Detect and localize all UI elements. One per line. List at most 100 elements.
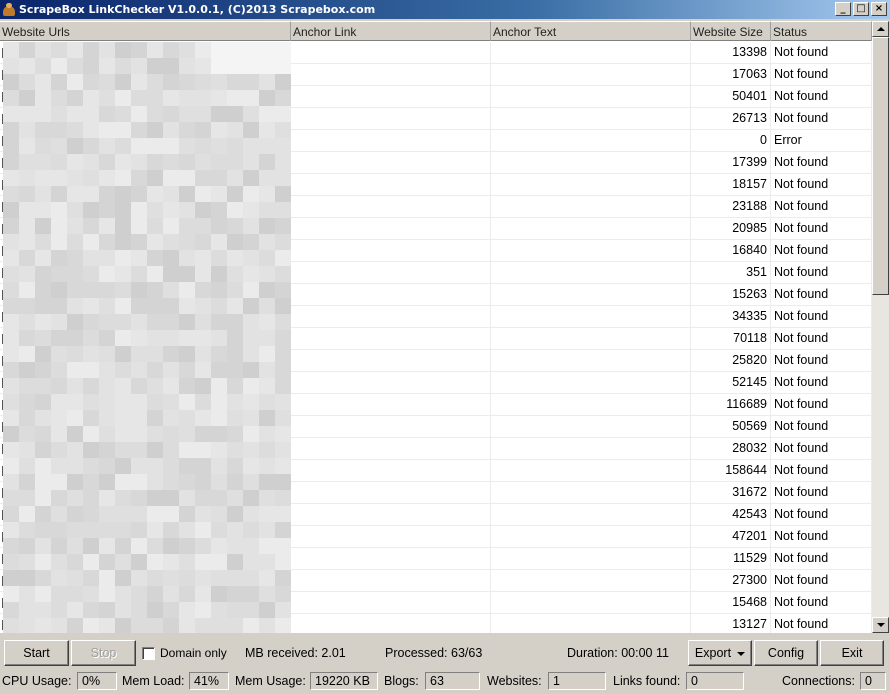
website-size-cell: 158644 [691,460,771,482]
status-cell: Not found [771,372,872,394]
processed-label: Processed: 63/63 [385,646,483,660]
scroll-up-arrow-icon[interactable] [872,21,889,37]
cpu-usage-value: 0% [77,672,117,690]
anchor-link-cell [291,108,491,130]
mem-usage-label: Mem Usage: [235,674,306,688]
maximize-button[interactable]: □ [853,2,869,16]
website-size-cell: 13398 [691,42,771,64]
chevron-down-icon [737,651,746,656]
website-size-cell: 34335 [691,306,771,328]
anchor-link-cell [291,42,491,64]
status-cell: Not found [771,42,872,64]
anchor-text-cell [491,174,691,196]
scroll-down-arrow-icon[interactable] [872,617,889,633]
close-button[interactable]: × [871,2,887,16]
status-cell: Not found [771,86,872,108]
anchor-link-cell [291,460,491,482]
anchor-link-cell [291,196,491,218]
status-cell: Not found [771,306,872,328]
anchor-link-cell [291,174,491,196]
connections-value: 0 [860,672,886,690]
status-cell: Not found [771,504,872,526]
status-bar: CPU Usage: 0% Mem Load: 41% Mem Usage: 1… [0,671,890,692]
anchor-text-cell [491,614,691,633]
vertical-scrollbar[interactable] [872,21,889,633]
config-button[interactable]: Config [754,640,818,666]
anchor-link-cell [291,350,491,372]
status-cell: Not found [771,64,872,86]
anchor-text-cell [491,86,691,108]
mem-load-value: 41% [189,672,229,690]
anchor-link-cell [291,526,491,548]
anchor-text-cell [491,438,691,460]
domain-only-checkbox[interactable] [142,646,155,660]
anchor-text-cell [491,570,691,592]
minimize-button[interactable]: _ [835,2,851,16]
cpu-usage-label: CPU Usage: [2,674,72,688]
anchor-link-cell [291,130,491,152]
status-cell: Not found [771,262,872,284]
anchor-text-cell [491,394,691,416]
anchor-text-cell [491,482,691,504]
window-controls: _ □ × [835,2,887,16]
column-header-website-urls[interactable]: Website Urls [0,21,291,41]
mb-received-label: MB received: 2.01 [245,646,346,660]
status-cell: Not found [771,570,872,592]
anchor-link-cell [291,372,491,394]
blogs-label: Blogs: [384,674,419,688]
anchor-link-cell [291,504,491,526]
status-cell: Not found [771,152,872,174]
anchor-link-cell [291,240,491,262]
domain-only-option[interactable]: Domain only [142,646,227,660]
toolbar: Start Stop Domain only MB received: 2.01… [0,635,890,670]
redacted-urls [3,42,291,633]
anchor-link-cell [291,394,491,416]
status-cell: Not found [771,482,872,504]
anchor-text-cell [491,284,691,306]
anchor-link-cell [291,416,491,438]
website-size-cell: 11529 [691,548,771,570]
exit-button[interactable]: Exit [820,640,884,666]
start-button[interactable]: Start [4,640,69,666]
column-header-status[interactable]: Status [771,21,872,41]
links-found-value: 0 [686,672,744,690]
status-cell: Not found [771,394,872,416]
column-header-website-size[interactable]: Website Size [691,21,771,41]
anchor-text-cell [491,262,691,284]
status-cell: Not found [771,548,872,570]
status-cell: Error [771,130,872,152]
anchor-text-cell [491,504,691,526]
column-header-anchor-link[interactable]: Anchor Link [291,21,491,41]
mem-usage-value: 19220 KB [310,672,378,690]
website-size-cell: 15263 [691,284,771,306]
website-size-cell: 0 [691,130,771,152]
website-size-cell: 50401 [691,86,771,108]
anchor-text-cell [491,592,691,614]
status-cell: Not found [771,592,872,614]
website-size-cell: 18157 [691,174,771,196]
anchor-text-cell [491,152,691,174]
anchor-link-cell [291,262,491,284]
website-size-cell: 15468 [691,592,771,614]
stop-button[interactable]: Stop [71,640,136,666]
column-header-anchor-text[interactable]: Anchor Text [491,21,691,41]
anchor-text-cell [491,526,691,548]
anchor-link-cell [291,482,491,504]
scroll-thumb[interactable] [872,37,889,295]
export-button[interactable]: Export [688,640,752,666]
app-icon [2,2,16,17]
status-cell: Not found [771,174,872,196]
anchor-text-cell [491,64,691,86]
anchor-link-cell [291,152,491,174]
website-size-cell: 17399 [691,152,771,174]
anchor-link-cell [291,64,491,86]
anchor-link-cell [291,328,491,350]
website-size-cell: 16840 [691,240,771,262]
status-cell: Not found [771,108,872,130]
status-cell: Not found [771,196,872,218]
website-size-cell: 50569 [691,416,771,438]
status-cell: Not found [771,240,872,262]
links-found-label: Links found: [613,674,681,688]
website-size-cell: 13127 [691,614,771,633]
connections-label: Connections: [782,674,855,688]
